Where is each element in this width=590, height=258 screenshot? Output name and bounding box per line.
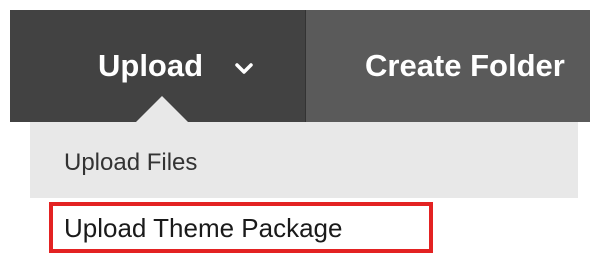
page-edge	[0, 0, 10, 258]
menu-item-upload-theme-package[interactable]: Upload Theme Package	[30, 198, 578, 258]
upload-dropdown-menu: Upload Files Upload Theme Package	[30, 122, 578, 258]
create-folder-button-label: Create Folder	[365, 48, 565, 83]
menu-item-upload-theme-package-label: Upload Theme Package	[64, 213, 343, 243]
chevron-down-icon	[235, 63, 253, 74]
menu-item-upload-files-label: Upload Files	[64, 149, 198, 176]
dropdown-pointer	[136, 96, 188, 122]
upload-button-label: Upload	[98, 48, 204, 83]
create-folder-button[interactable]: Create Folder	[306, 10, 590, 122]
menu-item-upload-files[interactable]: Upload Files	[30, 122, 578, 198]
toolbar: Upload Create Folder	[10, 10, 590, 122]
